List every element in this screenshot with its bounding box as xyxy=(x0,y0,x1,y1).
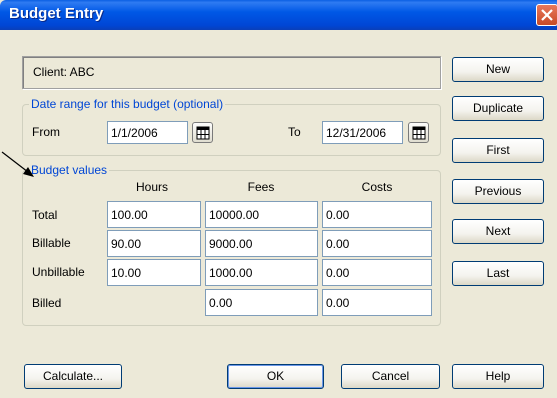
billed-fees-input[interactable] xyxy=(205,289,318,316)
close-icon xyxy=(541,9,553,21)
callout-arrow xyxy=(1,151,34,177)
budget-entry-window: Budget Entry Client: ABC Date range for … xyxy=(0,0,557,398)
billed-costs-input[interactable] xyxy=(322,289,432,316)
column-header-costs: Costs xyxy=(361,180,393,194)
previous-button[interactable]: Previous xyxy=(452,179,544,204)
unbillable-fees-input[interactable] xyxy=(205,259,318,286)
row-label-billable: Billable xyxy=(32,236,71,250)
duplicate-button[interactable]: Duplicate xyxy=(452,96,544,121)
title-bar: Budget Entry xyxy=(0,0,557,30)
unbillable-hours-input[interactable] xyxy=(107,259,201,286)
to-calendar-button[interactable] xyxy=(408,122,429,143)
client-label: Client: ABC xyxy=(33,65,95,79)
billable-hours-input[interactable] xyxy=(107,230,201,257)
total-costs-input[interactable] xyxy=(322,201,432,228)
calculate-button[interactable]: Calculate... xyxy=(24,364,122,389)
to-label: To xyxy=(288,125,301,139)
calendar-icon xyxy=(412,126,426,140)
row-label-unbillable: Unbillable xyxy=(32,265,85,279)
next-button[interactable]: Next xyxy=(452,219,544,244)
total-fees-input[interactable] xyxy=(205,201,318,228)
unbillable-costs-input[interactable] xyxy=(322,259,432,286)
ok-button[interactable]: OK xyxy=(227,364,324,389)
budget-values-legend: Budget values xyxy=(31,163,108,177)
total-hours-input[interactable] xyxy=(107,201,201,228)
from-calendar-button[interactable] xyxy=(192,122,213,143)
billable-fees-input[interactable] xyxy=(205,230,318,257)
row-label-total: Total xyxy=(32,208,58,222)
column-header-fees: Fees xyxy=(247,180,275,194)
new-button[interactable]: New xyxy=(452,57,544,82)
calendar-icon xyxy=(196,126,210,140)
last-button[interactable]: Last xyxy=(452,261,544,286)
cancel-button[interactable]: Cancel xyxy=(341,364,440,389)
from-date-input[interactable] xyxy=(107,121,188,144)
billable-costs-input[interactable] xyxy=(322,230,432,257)
first-button[interactable]: First xyxy=(452,138,544,163)
client-box: Client: ABC xyxy=(22,56,441,89)
date-range-legend: Date range for this budget (optional) xyxy=(31,97,224,111)
column-header-hours: Hours xyxy=(135,180,168,194)
row-label-billed: Billed xyxy=(32,296,62,310)
help-button[interactable]: Help xyxy=(452,364,544,389)
to-date-input[interactable] xyxy=(322,121,403,144)
close-button[interactable] xyxy=(536,4,557,26)
